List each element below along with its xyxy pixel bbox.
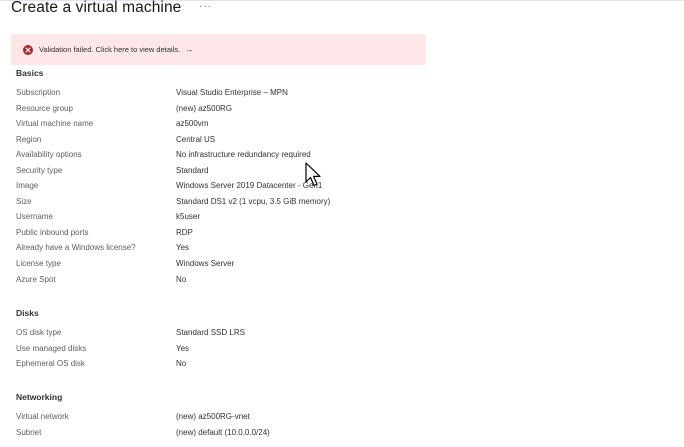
label-availability-options: Availability options [16,150,82,159]
section-heading-basics: Basics [16,68,44,78]
label-public-inbound-ports: Public inbound ports [16,228,89,237]
value-virtual-network: (new) az500RG-vnet [176,412,250,421]
value-username: k5user [176,212,201,221]
value-security-type: Standard [176,166,209,175]
label-image: Image [16,181,39,190]
mouse-pointer-icon [305,162,323,193]
value-vm-name: az500vm [176,119,209,128]
label-windows-license: Already have a Windows license? [16,243,136,252]
arrow-right-icon: → [185,45,194,54]
value-resource-group: (new) az500RG [176,104,233,113]
value-azure-spot: No [176,275,187,284]
value-use-managed-disks: Yes [176,344,190,353]
label-region: Region [16,135,42,144]
value-license-type: Windows Server [176,259,235,268]
label-resource-group: Resource group [16,104,73,113]
create-vm-review-page: Create a virtual machine ··· Validation … [0,0,684,447]
more-options-button[interactable]: ··· [199,1,212,12]
label-azure-spot: Azure Spot [16,275,56,284]
label-vm-name: Virtual machine name [16,119,94,128]
value-subscription: Visual Studio Enterprise – MPN [176,88,288,97]
banner-message: Validation failed. Click here to view de… [39,45,181,54]
value-size: Standard DS1 v2 (1 vcpu, 3.5 GiB memory) [176,197,331,206]
value-public-inbound-ports: RDP [176,228,193,237]
label-virtual-network: Virtual network [16,412,69,421]
label-ephemeral-os-disk: Ephemeral OS disk [16,359,85,368]
value-region: Central US [176,135,216,144]
value-os-disk-type: Standard SSD LRS [176,328,245,337]
label-subscription: Subscription [16,88,61,97]
value-windows-license: Yes [176,243,190,252]
value-ephemeral-os-disk: No [176,359,187,368]
label-subnet: Subnet [16,428,42,437]
label-security-type: Security type [16,166,63,175]
section-heading-networking: Networking [16,392,63,402]
value-subnet: (new) default (10.0.0.0/24) [176,428,270,437]
label-os-disk-type: OS disk type [16,328,62,337]
value-image: Windows Server 2019 Datacenter - Gen1 [176,181,323,190]
error-circle-icon [23,44,33,55]
label-size: Size [16,197,32,206]
label-license-type: License type [16,259,61,268]
validation-error-banner[interactable]: Validation failed. Click here to view de… [11,34,426,65]
page-title: Create a virtual machine [11,0,182,16]
label-use-managed-disks: Use managed disks [16,344,87,353]
label-username: Username [16,212,53,221]
section-heading-disks: Disks [16,308,39,318]
value-availability-options: No infrastructure redundancy required [176,150,311,159]
